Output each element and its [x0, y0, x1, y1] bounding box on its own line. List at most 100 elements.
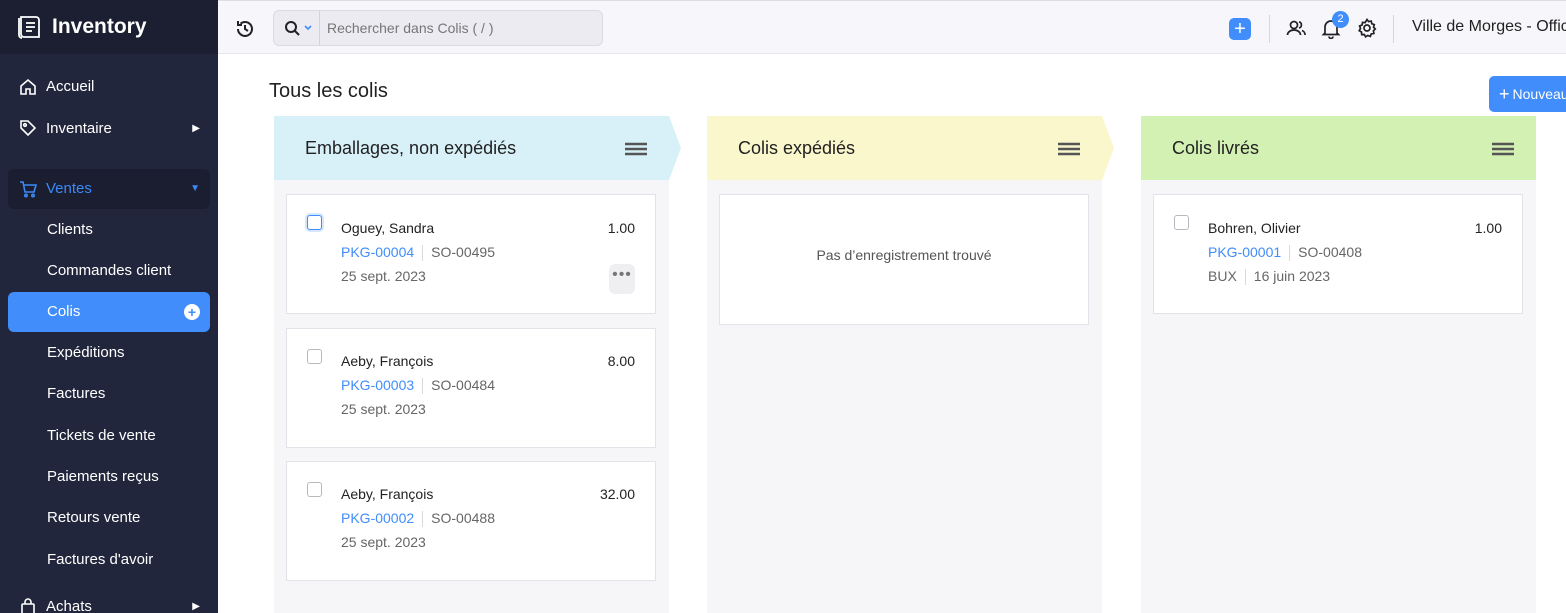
bag-icon — [18, 597, 38, 613]
package-card[interactable]: Bohren, Olivier 1.00 PKG-00001 SO-00408 B… — [1153, 194, 1523, 314]
select-checkbox[interactable] — [307, 482, 322, 497]
package-refs: PKG-00004 SO-00495 — [341, 244, 495, 262]
sidebar-item-label: Factures — [47, 385, 106, 403]
package-date: 25 sept. 2023 — [341, 268, 426, 284]
gear-icon[interactable] — [1356, 17, 1378, 39]
home-icon — [18, 77, 38, 97]
sidebar-item-colis[interactable]: Colis + — [8, 291, 210, 332]
kanban-column-shipped: Colis expédiés Pas d’enregistrement trou… — [707, 116, 1114, 613]
sidebar-item-factures[interactable]: Factures — [0, 373, 218, 414]
header-divider — [1269, 15, 1270, 43]
sidebar-item-factures-avoir[interactable]: Factures d'avoir — [0, 539, 218, 580]
sidebar-item-label: Commandes client — [47, 262, 172, 280]
search-input[interactable] — [320, 20, 590, 36]
tag-icon — [18, 118, 38, 138]
sidebar-item-label: Accueil — [46, 78, 95, 96]
package-number-link[interactable]: PKG-00001 — [1208, 244, 1281, 260]
menu-icon[interactable] — [625, 142, 647, 156]
kanban-column-delivered: Colis livrés Bohren, Olivier 1.00 PKG-00… — [1141, 116, 1536, 613]
package-quantity: 1.00 — [1474, 220, 1502, 236]
package-number-link[interactable]: PKG-00002 — [341, 510, 414, 526]
sidebar: Inventory Accueil Inventaire ▶ Ventes ▼ … — [0, 0, 218, 613]
sidebar-item-label: Inventaire — [46, 119, 112, 137]
sidebar-item-label: Factures d'avoir — [47, 550, 154, 568]
package-card[interactable]: Oguey, Sandra 1.00 PKG-00004 SO-00495 25 … — [286, 194, 656, 314]
search-bar — [273, 10, 603, 46]
select-checkbox[interactable] — [307, 215, 322, 230]
sidebar-item-inventaire[interactable]: Inventaire ▶ — [0, 107, 218, 148]
sales-order-number: SO-00408 — [1298, 244, 1362, 260]
sidebar-item-label: Retours vente — [47, 509, 141, 527]
column-title: Colis livrés — [1172, 137, 1260, 158]
sidebar-item-achats[interactable]: Achats ▶ — [0, 586, 218, 613]
search-filter-button[interactable] — [274, 11, 320, 45]
search-icon — [285, 21, 300, 36]
header-divider — [1393, 15, 1394, 43]
menu-icon[interactable] — [1058, 142, 1080, 156]
sales-order-number: SO-00495 — [431, 244, 495, 260]
sidebar-item-commandes-client[interactable]: Commandes client — [0, 250, 218, 291]
caret-down-icon: ▼ — [190, 183, 200, 195]
sales-order-number: SO-00484 — [431, 377, 495, 393]
new-button-label: Nouveau — [1512, 86, 1566, 102]
select-checkbox[interactable] — [307, 349, 322, 364]
notification-badge: 2 — [1332, 11, 1349, 28]
sidebar-item-label: Tickets de vente — [47, 426, 156, 444]
delivery-info: BUX 16 juin 2023 — [1208, 268, 1331, 286]
package-quantity: 8.00 — [607, 353, 635, 369]
sidebar-item-paiements-recus[interactable]: Paiements reçus — [0, 456, 218, 497]
page-title: Tous les colis — [269, 80, 388, 102]
sales-order-number: SO-00488 — [431, 510, 495, 526]
sidebar-item-label: Ventes — [46, 180, 92, 198]
sidebar-item-tickets-de-vente[interactable]: Tickets de vente — [0, 414, 218, 455]
sidebar-item-label: Expéditions — [47, 343, 125, 361]
caret-right-icon: ▶ — [192, 122, 200, 134]
history-icon[interactable] — [234, 18, 256, 40]
customer-name: Aeby, François — [341, 353, 434, 369]
add-colis-icon[interactable]: + — [184, 303, 200, 320]
cart-icon — [18, 179, 38, 199]
package-card[interactable]: Aeby, François 8.00 PKG-00003 SO-00484 25… — [286, 328, 656, 448]
customer-name: Aeby, François — [341, 486, 434, 502]
sidebar-item-retours-vente[interactable]: Retours vente — [0, 497, 218, 538]
customer-name: Oguey, Sandra — [341, 220, 435, 236]
select-checkbox[interactable] — [1174, 215, 1189, 230]
users-icon[interactable] — [1285, 17, 1307, 39]
carrier-code: BUX — [1208, 268, 1237, 284]
package-number-link[interactable]: PKG-00004 — [341, 244, 414, 260]
sidebar-item-ventes[interactable]: Ventes ▼ — [8, 168, 210, 209]
column-title: Emballages, non expédiés — [305, 137, 517, 158]
sidebar-item-label: Achats — [46, 598, 92, 613]
top-header: + 2 Ville de Morges - Office — [218, 0, 1566, 54]
plus-icon: + — [1499, 83, 1510, 104]
package-quantity: 32.00 — [599, 486, 635, 502]
column-header: Emballages, non expédiés — [274, 116, 681, 180]
sidebar-item-clients[interactable]: Clients — [0, 209, 218, 250]
sidebar-item-expeditions[interactable]: Expéditions — [0, 332, 218, 373]
sidebar-item-label: Paiements reçus — [47, 467, 159, 485]
caret-right-icon: ▶ — [192, 601, 200, 613]
sidebar-nav: Accueil Inventaire ▶ Ventes ▼ Clients Co… — [0, 54, 218, 613]
package-card[interactable]: Aeby, François 32.00 PKG-00002 SO-00488 2… — [286, 461, 656, 581]
column-header: Colis expédiés — [707, 116, 1114, 180]
package-number-link[interactable]: PKG-00003 — [341, 377, 414, 393]
sidebar-item-label: Clients — [47, 220, 93, 238]
more-options-button[interactable]: ••• — [609, 264, 635, 294]
empty-state-text: Pas d’enregistrement trouvé — [816, 247, 992, 263]
sidebar-item-accueil[interactable]: Accueil — [0, 66, 218, 107]
inventory-logo-icon — [18, 16, 40, 39]
package-refs: PKG-00001 SO-00408 — [1208, 244, 1362, 262]
package-quantity: 1.00 — [607, 220, 635, 236]
package-date: 16 juin 2023 — [1253, 268, 1331, 284]
menu-icon[interactable] — [1492, 142, 1514, 156]
organization-switcher[interactable]: Ville de Morges - Office — [1412, 18, 1566, 36]
package-date: 25 sept. 2023 — [341, 534, 426, 550]
customer-name: Bohren, Olivier — [1208, 220, 1301, 236]
package-refs: PKG-00003 SO-00484 — [341, 377, 495, 395]
new-package-button[interactable]: + Nouveau — [1489, 76, 1566, 112]
sidebar-item-label: Colis — [47, 303, 81, 321]
brand[interactable]: Inventory — [0, 0, 218, 54]
quick-create-button[interactable]: + — [1229, 18, 1251, 40]
package-date: 25 sept. 2023 — [341, 401, 426, 417]
empty-state-card: Pas d’enregistrement trouvé — [719, 194, 1089, 325]
